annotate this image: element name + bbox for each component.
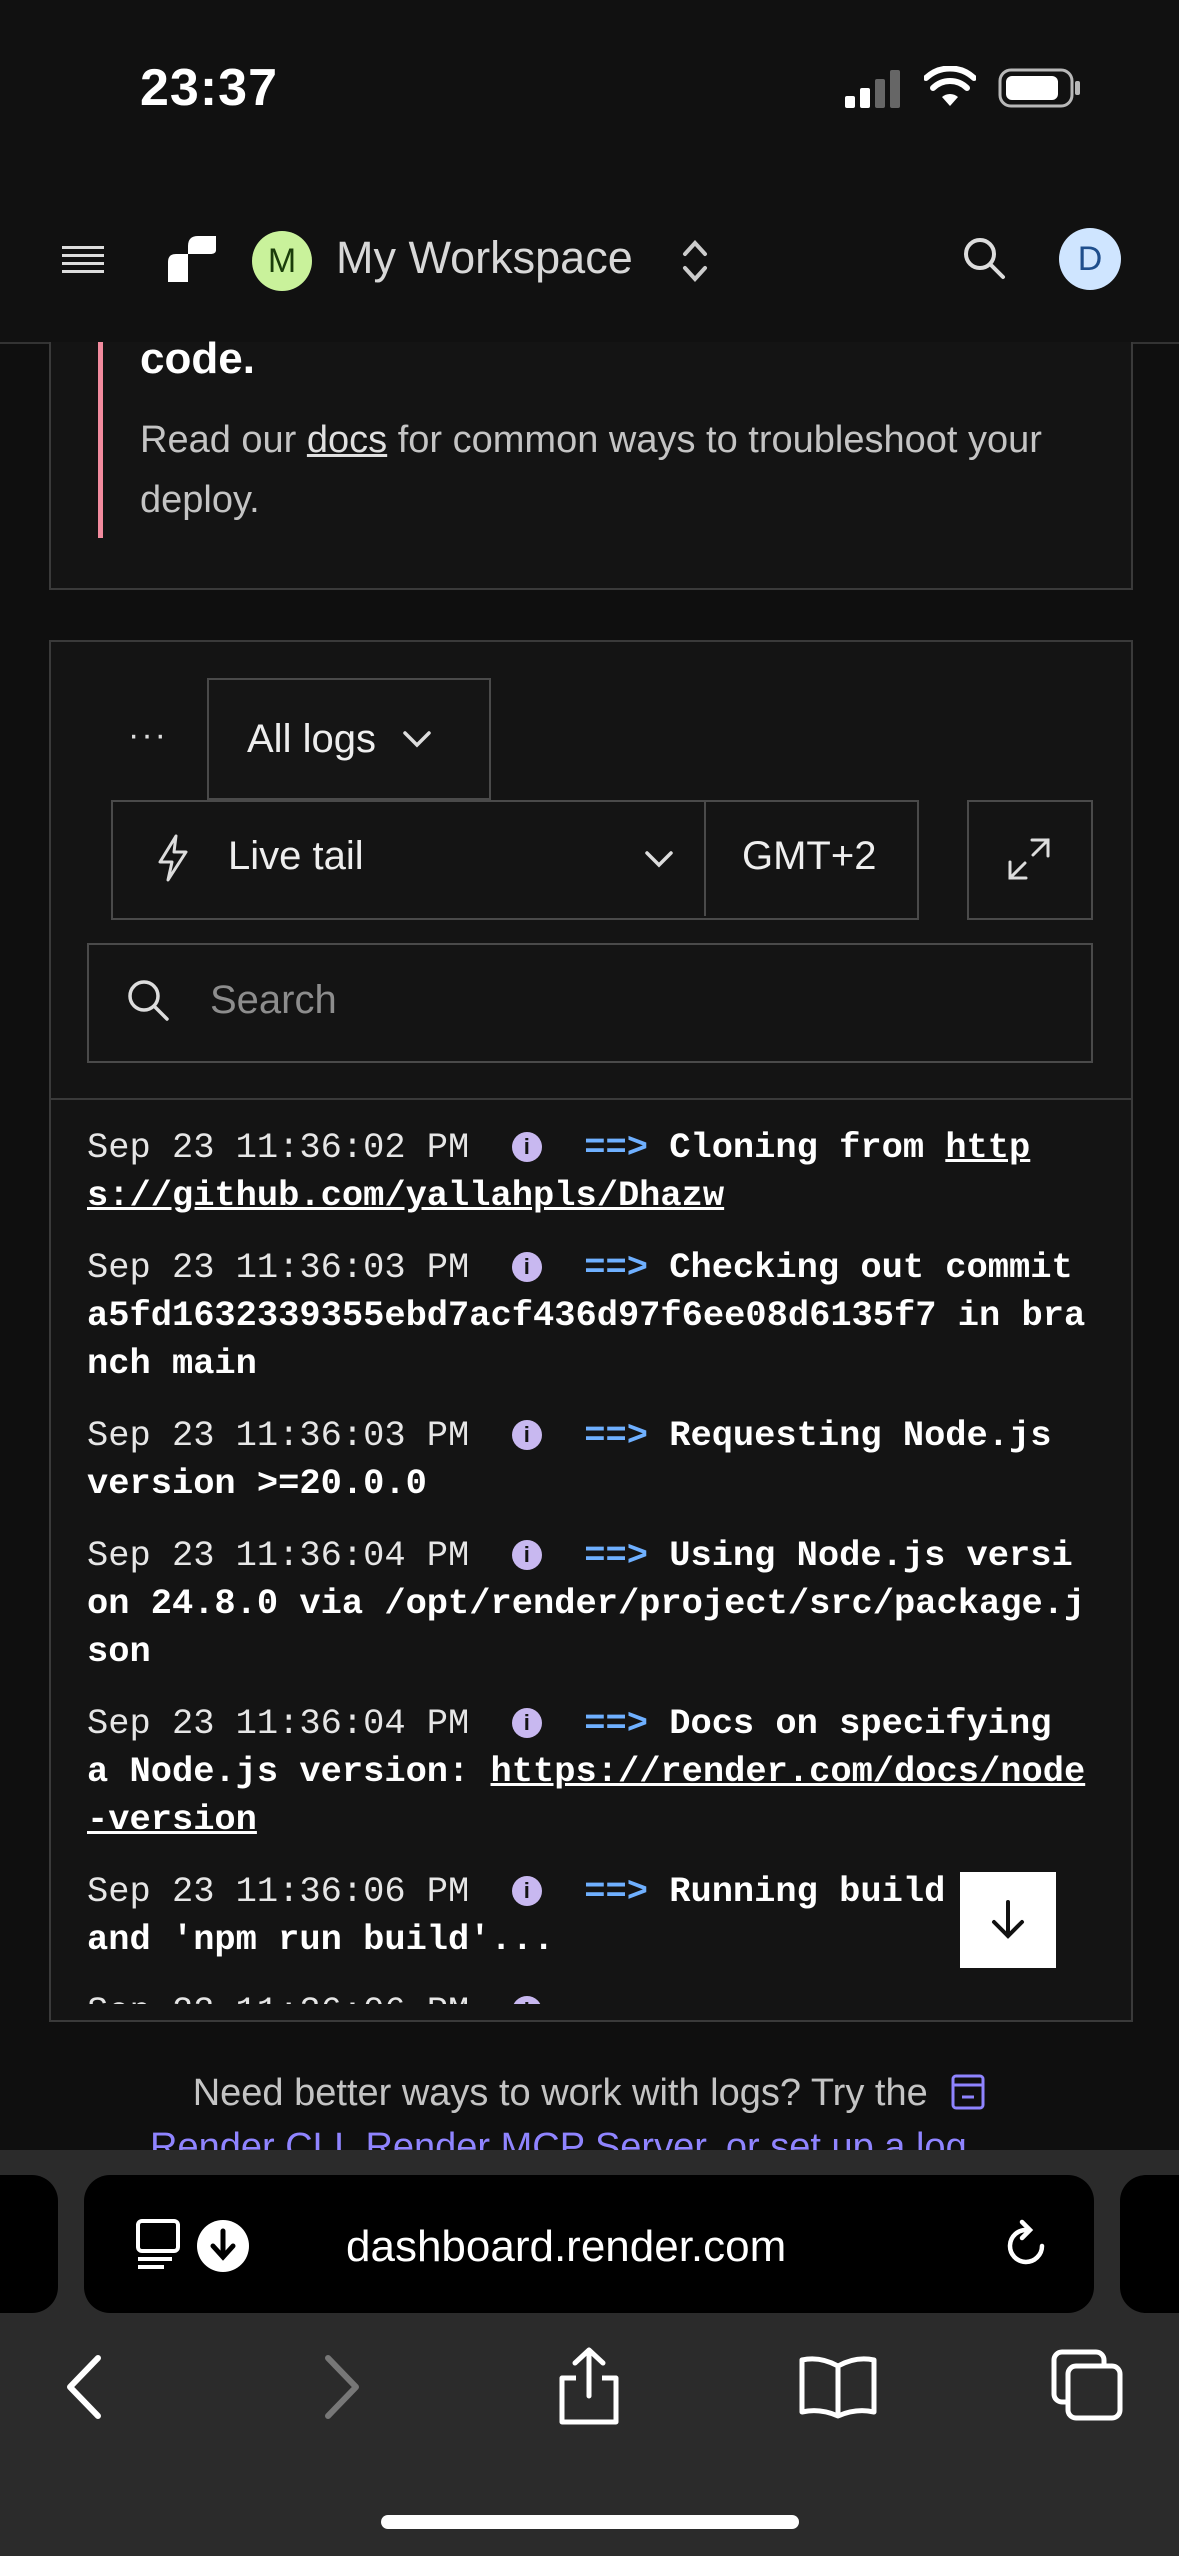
docs-link[interactable]: docs (307, 419, 387, 461)
divider (704, 802, 706, 916)
live-tail-label: Live tail (228, 834, 364, 878)
chevron-down-icon (403, 731, 431, 748)
log-arrow: ==> (584, 1416, 648, 1456)
workspace-avatar[interactable]: M (252, 231, 312, 291)
search-icon (128, 980, 169, 1021)
chevron-up-down-icon[interactable] (680, 236, 710, 286)
notice-text: Read our docs for common ways to trouble… (140, 419, 1042, 521)
info-icon: i (511, 1420, 542, 1450)
notice-accent-bar (98, 342, 103, 538)
log-arrow: ==> (584, 1536, 648, 1576)
log-line: Sep 23 11:36:03 PM i ==> Checking out co… (87, 1244, 1092, 1388)
log-timestamp: Sep 23 11:36:03 PM (87, 1416, 470, 1456)
log-line: Sep 23 11:36:06 PM i (87, 1988, 1092, 2004)
expand-icon (1008, 838, 1050, 880)
scroll-to-bottom-button[interactable] (960, 1872, 1056, 1968)
log-filter-dropdown[interactable]: All logs (207, 678, 491, 800)
user-avatar[interactable]: D (1059, 228, 1121, 290)
log-arrow: ==> (584, 1704, 648, 1744)
log-timestamp: Sep 23 11:36:04 PM (87, 1704, 470, 1744)
previous-tab-pill[interactable] (0, 2175, 58, 2313)
log-timestamp: Sep 23 11:36:04 PM (87, 1536, 470, 1576)
url-text[interactable]: dashboard.render.com (346, 2222, 786, 2272)
cellular-signal-icon (845, 70, 900, 108)
wifi-icon (924, 66, 976, 106)
forward-icon (325, 2355, 359, 2419)
cli-icon (951, 2074, 985, 2110)
bookmarks-icon[interactable] (798, 2354, 878, 2420)
log-timestamp: Sep 23 11:36:03 PM (87, 1248, 470, 1288)
lightning-bolt-icon (158, 834, 188, 882)
info-icon: i (511, 1252, 542, 1282)
log-timestamp: Sep 23 11:36:06 PM (87, 1992, 469, 2004)
more-options-button[interactable]: ··· (128, 716, 168, 755)
render-logo-icon[interactable] (166, 232, 218, 284)
share-icon[interactable] (556, 2346, 622, 2426)
timezone-selector[interactable]: GMT+2 (742, 834, 876, 879)
info-icon: i (511, 1876, 542, 1906)
download-icon[interactable] (196, 2219, 250, 2273)
log-line: Sep 23 11:36:02 PM i ==> Cloning from ht… (87, 1124, 1092, 1220)
hamburger-menu-icon[interactable] (62, 244, 104, 276)
info-icon: i (511, 1708, 542, 1738)
log-timestamp: Sep 23 11:36:06 PM (87, 1872, 470, 1912)
log-timestamp: Sep 23 11:36:02 PM (87, 1128, 470, 1168)
battery-icon (998, 68, 1080, 108)
info-icon: i (511, 1540, 542, 1570)
log-line: Sep 23 11:36:06 PM i ==> Running build c… (87, 1868, 1092, 1964)
log-output: Sep 23 11:36:02 PM i ==> Cloning from ht… (87, 1124, 1092, 2004)
log-line: Sep 23 11:36:04 PM i ==> Docs on specify… (87, 1700, 1092, 1844)
arrow-down-icon (992, 1900, 1024, 1939)
log-arrow: ==> (584, 1128, 648, 1168)
notice-heading: code. (140, 334, 255, 383)
log-arrow: ==> (584, 1248, 648, 1288)
divider (49, 1098, 1133, 1100)
log-line: Sep 23 11:36:03 PM i ==> Requesting Node… (87, 1412, 1092, 1508)
log-arrow: ==> (584, 1872, 648, 1912)
info-icon: i (511, 1996, 542, 2004)
log-line: Sep 23 11:36:04 PM i ==> Using Node.js v… (87, 1532, 1092, 1676)
logs-tools-links[interactable]: Render CLI, Render MCP Server, or set up… (150, 2126, 967, 2150)
search-placeholder: Search (210, 978, 337, 1022)
reload-icon[interactable] (1002, 2216, 1052, 2272)
chevron-down-icon (645, 851, 673, 868)
search-icon[interactable] (962, 236, 1006, 280)
log-message: Cloning from (669, 1128, 946, 1168)
logs-tools-hint: Need better ways to work with logs? Try … (0, 2072, 1179, 2115)
info-icon: i (511, 1132, 542, 1162)
home-indicator (381, 2515, 799, 2529)
status-time: 23:37 (140, 59, 278, 117)
page-menu-icon[interactable] (134, 2215, 190, 2271)
next-tab-pill[interactable] (1120, 2175, 1179, 2313)
tabs-icon[interactable] (1050, 2348, 1124, 2422)
workspace-name[interactable]: My Workspace (336, 232, 633, 284)
back-icon[interactable] (62, 2354, 106, 2420)
log-filter-label: All logs (247, 716, 376, 761)
